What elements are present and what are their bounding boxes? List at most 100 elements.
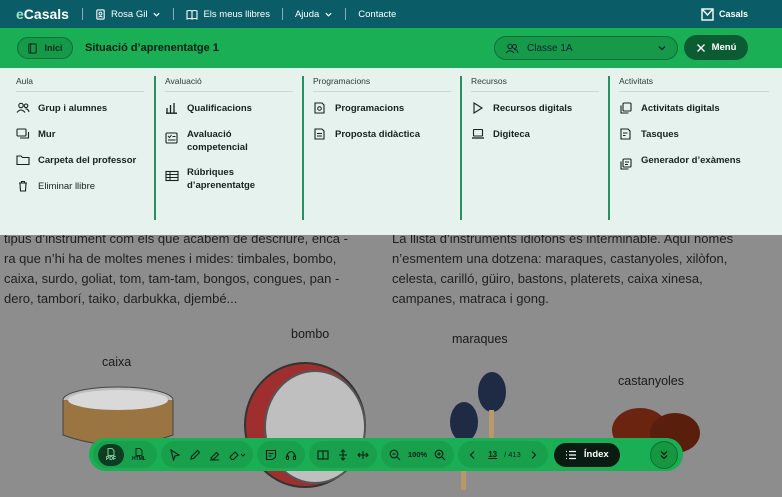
menu-column-aula: Aula Grup i alumnes Mur Carpeta del prof… — [16, 76, 144, 193]
zoom-out-button[interactable] — [386, 446, 404, 464]
menu-item-group-students[interactable]: Grup i alumnes — [16, 102, 144, 115]
contact-link[interactable]: Contacte — [346, 9, 408, 20]
audio-button[interactable] — [282, 446, 300, 464]
menu-item-exam-generator[interactable]: Generador d’exàmens — [619, 154, 769, 170]
caption-castanyoles: castanyoles — [618, 374, 685, 388]
view-tools-group — [309, 441, 377, 468]
left-paragraph: tipus d’instrument com els que acabem de… — [4, 235, 348, 306]
column-divider — [302, 76, 304, 220]
user-name: Rosa Gil — [111, 8, 148, 20]
html-format-button[interactable]: HTML — [126, 444, 152, 466]
menu-toggle-button[interactable]: Menú — [684, 35, 748, 60]
zoom-level: 100% — [408, 450, 428, 459]
caption-maraques: maraques — [452, 332, 508, 346]
index-button[interactable]: Índex — [553, 442, 620, 467]
caption-bombo: bombo — [291, 327, 330, 341]
class-select[interactable]: Classe 1A — [494, 36, 678, 60]
page-navigation-group: 13 / 413 — [458, 441, 548, 468]
ecasals-logo[interactable]: eCasals — [16, 6, 82, 22]
book-open-icon — [317, 449, 329, 460]
chevron-down-icon — [153, 12, 161, 17]
menu-item-digital-resources[interactable]: Recursos digitals — [471, 102, 599, 115]
home-button[interactable]: Inici — [17, 37, 73, 59]
menu-item-teacher-folder[interactable]: Carpeta del professor — [16, 154, 144, 167]
caption-caixa: caixa — [102, 355, 132, 369]
menu-column-activitats: Activitats Activitats digitals Tasques G… — [619, 76, 769, 170]
highlighter-tool-button[interactable] — [206, 446, 224, 464]
top-navigation-bar: eCasals Rosa Gil Els meus llibres Ajuda … — [0, 0, 782, 28]
column-divider — [460, 76, 462, 220]
menu-heading: Aula — [16, 76, 144, 92]
casals-logo-icon — [701, 7, 714, 21]
page-total: / 413 — [504, 450, 521, 459]
pointer-tool-button[interactable] — [166, 446, 184, 464]
chevron-down-icon — [325, 12, 332, 17]
headphones-icon — [285, 450, 297, 460]
play-icon — [473, 102, 484, 114]
menu-column-avaluacio: Avaluació Qualificacions Avaluació compe… — [165, 76, 293, 192]
fit-height-button[interactable] — [334, 446, 352, 464]
menu-item-grades[interactable]: Qualificacions — [165, 102, 293, 115]
book-icon — [28, 42, 38, 54]
fit-width-button[interactable] — [354, 446, 372, 464]
chevron-right-icon — [531, 450, 537, 459]
double-page-button[interactable] — [314, 446, 332, 464]
note-icon — [265, 449, 277, 460]
reader-toolbar: PDF HTML 100% 13 / 413 Índex — [89, 438, 683, 471]
eraser-tool-button[interactable] — [226, 446, 248, 464]
double-chevron-down-icon — [660, 451, 668, 460]
menu-heading: Avaluació — [165, 76, 293, 92]
task-document-icon — [620, 128, 631, 140]
menu-item-remove-book[interactable]: Eliminar llibre — [16, 180, 144, 193]
group-icon — [505, 43, 519, 53]
menu-item-didactic-proposal[interactable]: Proposta didàctica — [313, 128, 451, 141]
zoom-out-icon — [389, 449, 401, 460]
column-divider — [608, 76, 610, 220]
current-page-input[interactable]: 13 — [488, 450, 497, 459]
bass-drum-illustration — [244, 362, 366, 488]
page-title: Situació d’aprenentatge 1 — [85, 42, 219, 54]
menu-item-tasks[interactable]: Tasques — [619, 128, 769, 141]
menu-item-digiteca[interactable]: Digiteca — [471, 128, 599, 141]
pencil-tool-button[interactable] — [186, 446, 204, 464]
user-menu[interactable]: Rosa Gil — [83, 9, 173, 20]
collapse-toolbar-button[interactable] — [650, 441, 678, 469]
book-header-bar: Inici Situació d’aprenentatge 1 Classe 1… — [0, 28, 782, 68]
list-icon — [565, 450, 576, 459]
pdf-format-button[interactable]: PDF — [98, 443, 124, 466]
menu-item-programming[interactable]: Programacions — [313, 102, 451, 115]
my-books-link[interactable]: Els meus llibres — [174, 9, 282, 20]
chevron-left-icon — [469, 450, 475, 459]
menu-item-rubrics[interactable]: Rúbriques d’aprenentatge — [165, 166, 293, 192]
menu-item-digital-activities[interactable]: Activitats digitals — [619, 102, 769, 115]
menu-item-wall[interactable]: Mur — [16, 128, 144, 141]
books-icon — [186, 9, 198, 20]
close-icon — [696, 43, 705, 52]
zoom-in-icon — [434, 449, 446, 460]
user-badge-icon — [96, 8, 105, 20]
right-paragraph: La llista d’instruments idiòfons és inte… — [392, 235, 734, 306]
fit-width-icon — [357, 450, 369, 459]
pdf-document-icon — [314, 128, 325, 140]
maracas-illustration — [450, 372, 506, 490]
menu-item-competency-evaluation[interactable]: Avaluació competencial — [165, 128, 293, 154]
next-page-button[interactable] — [525, 446, 543, 464]
menu-heading: Programacions — [313, 76, 451, 92]
chevron-down-icon — [658, 46, 666, 51]
annotation-tools-group — [161, 441, 253, 468]
menu-column-programacions: Programacions Programacions Proposta did… — [313, 76, 451, 141]
notes-audio-group — [257, 441, 305, 468]
casals-brand[interactable]: Casals — [701, 0, 748, 28]
column-divider — [154, 76, 156, 220]
document-settings-icon — [314, 102, 325, 114]
notes-button[interactable] — [262, 446, 280, 464]
format-toggle-group: PDF HTML — [93, 441, 157, 468]
chat-icon — [16, 128, 30, 139]
pencil-icon — [190, 449, 201, 460]
trash-icon — [19, 180, 27, 192]
highlighter-icon — [210, 451, 220, 461]
zoom-in-button[interactable] — [431, 446, 449, 464]
previous-page-button[interactable] — [463, 446, 481, 464]
class-select-value: Classe 1A — [527, 42, 573, 54]
help-menu[interactable]: Ajuda — [283, 9, 345, 20]
